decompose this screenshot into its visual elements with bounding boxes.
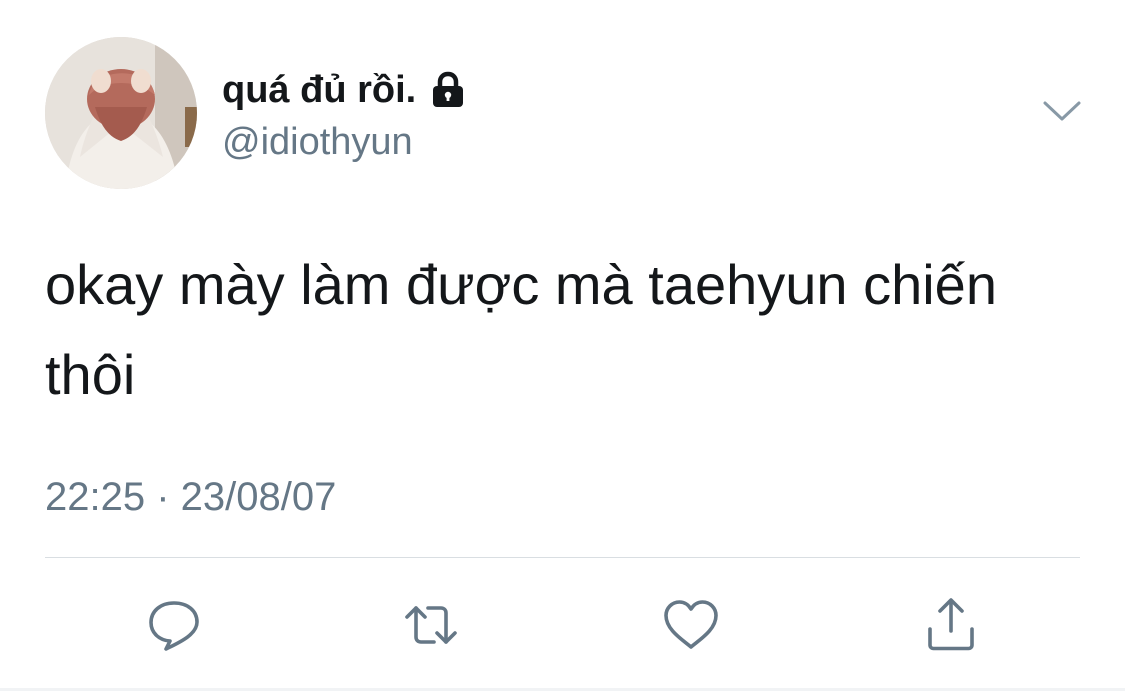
reply-icon [149,601,199,651]
lock-icon [428,70,468,110]
display-name-text: quá đủ rồi. [222,69,417,111]
divider [45,557,1080,558]
share-button[interactable] [918,592,984,658]
user-handle[interactable]: @idiothyun [222,118,413,166]
tweet-card: quá đủ rồi. @idiothyun okay mày làm được… [0,0,1125,691]
display-name[interactable]: quá đủ rồi. [222,66,468,114]
like-button[interactable] [658,592,724,658]
share-icon [928,598,974,651]
tweet-timestamp[interactable]: 22:25 · 23/08/07 [45,472,336,522]
avatar-image [45,37,197,189]
avatar[interactable] [45,37,197,189]
retweet-icon [405,606,457,644]
reply-button[interactable] [141,592,207,658]
chevron-down-icon[interactable] [1040,96,1084,128]
retweet-button[interactable] [398,592,464,658]
tweet-text: okay mày làm được mà taehyun chiến thôi [45,253,997,406]
heart-icon [664,600,718,649]
